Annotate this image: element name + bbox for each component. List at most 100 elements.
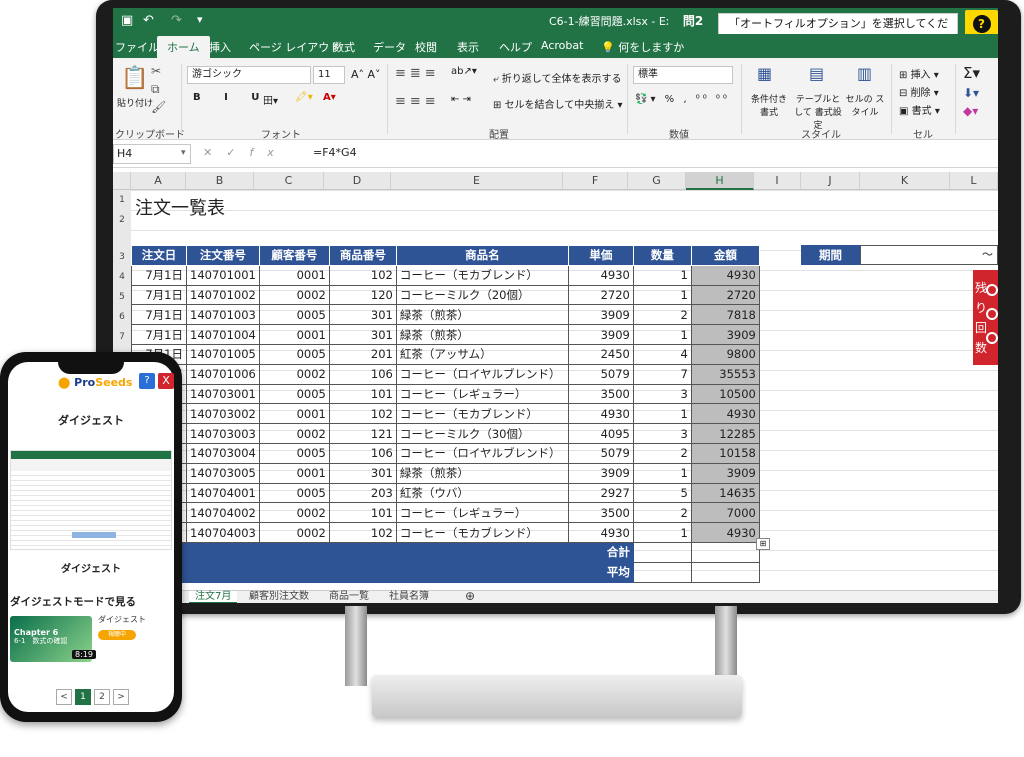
autosum-icon[interactable]: Σ▾	[963, 64, 980, 82]
header-product-number[interactable]: 商品番号	[328, 245, 397, 266]
header-product-name[interactable]: 商品名	[395, 245, 569, 266]
conditional-format-button[interactable]: 条件付き 書式	[747, 92, 791, 118]
cell-quantity[interactable]: 1	[632, 462, 692, 484]
cell-product-name[interactable]: コーヒー（モカブレンド）	[395, 522, 569, 543]
row-header[interactable]: 1	[113, 195, 131, 205]
period-value[interactable]: ～	[860, 245, 998, 265]
cell-amount[interactable]: 3909	[690, 462, 760, 484]
bold-italic-underline-buttons[interactable]: B I U	[193, 92, 269, 103]
cell-amount[interactable]: 4930	[690, 403, 760, 425]
cell-order-number[interactable]: 140701006	[186, 363, 260, 385]
cell-product-name[interactable]: 緑茶（煎茶）	[395, 304, 569, 326]
fill-color-icon[interactable]: 🖍▾	[295, 92, 313, 103]
row-header[interactable]: 2	[113, 215, 131, 225]
indent-icons[interactable]: ⇤ ⇥	[451, 94, 471, 105]
cell-product-name[interactable]: コーヒー（ロイヤルブレンド）	[395, 363, 569, 385]
cell-amount[interactable]: 12285	[690, 423, 760, 444]
cell-amount[interactable]: 10158	[690, 442, 760, 464]
number-format-select[interactable]: 標準	[633, 66, 733, 84]
cell-order-number[interactable]: 140701003	[186, 304, 260, 326]
cell-quantity[interactable]: 1	[632, 403, 692, 425]
cell-order-date[interactable]: 7月1日	[131, 304, 187, 326]
font-color-icon[interactable]: A▾	[323, 92, 336, 103]
cell-product-number[interactable]: 101	[328, 502, 397, 524]
cell-order-number[interactable]: 140703004	[186, 442, 260, 464]
cell-amount[interactable]: 10500	[690, 383, 760, 405]
header-order-number[interactable]: 注文番号	[186, 245, 260, 266]
cell-product-name[interactable]: コーヒーミルク（30個）	[395, 423, 569, 444]
cell-amount[interactable]: 3909	[690, 324, 760, 345]
cell-customer-number[interactable]: 0001	[258, 324, 330, 345]
number-format-icons[interactable]: 💱▾ % ‚ ⁰⁰ ⁰⁰	[635, 94, 730, 105]
cell-order-number[interactable]: 140703003	[186, 423, 260, 444]
cell-customer-number[interactable]: 0002	[258, 363, 330, 385]
cell-product-number[interactable]: 101	[328, 383, 397, 405]
tab-acrobat[interactable]: Acrobat	[541, 39, 583, 52]
cell-product-name[interactable]: コーヒー（モカブレンド）	[395, 403, 569, 425]
header-quantity[interactable]: 数量	[632, 245, 692, 266]
tab-file[interactable]: ファイル	[115, 39, 159, 55]
cell-amount[interactable]: 35553	[690, 363, 760, 385]
column-header[interactable]: B	[186, 172, 254, 190]
format-painter-icon[interactable]: 🖌	[151, 100, 166, 114]
cell-product-name[interactable]: コーヒー（モカブレンド）	[395, 264, 569, 286]
undo-icon[interactable]: ↶	[143, 13, 154, 28]
cell-product-number[interactable]: 106	[328, 363, 397, 385]
header-order-date[interactable]: 注文日	[131, 245, 187, 266]
cell-unit-price[interactable]: 2450	[567, 343, 634, 365]
column-header[interactable]: J	[801, 172, 860, 190]
cell-quantity[interactable]: 1	[632, 324, 692, 345]
cell-amount[interactable]: 7818	[690, 304, 760, 326]
redo-icon[interactable]: ↷	[171, 13, 182, 28]
total-label[interactable]: 合計	[131, 541, 634, 563]
cell-unit-price[interactable]: 3500	[567, 383, 634, 405]
cell-quantity[interactable]: 1	[632, 284, 692, 306]
cell-unit-price[interactable]: 3500	[567, 502, 634, 524]
cell-product-name[interactable]: 緑茶（煎茶）	[395, 462, 569, 484]
qat-dropdown-icon[interactable]: ▾	[197, 13, 203, 26]
cell-customer-number[interactable]: 0002	[258, 423, 330, 444]
cell-style-icon[interactable]: ▥	[857, 64, 872, 83]
cell-product-number[interactable]: 102	[328, 522, 397, 543]
sheet-tab-customer-orders[interactable]: 顧客別注文数	[249, 591, 309, 603]
cell-quantity[interactable]: 3	[632, 383, 692, 405]
vertical-align-icons[interactable]: ≡≣≡	[395, 66, 440, 81]
cell-order-number[interactable]: 140703005	[186, 462, 260, 484]
insert-cells-button[interactable]: ⊞ 挿入 ▾	[899, 66, 939, 81]
total-quantity-cell[interactable]	[632, 541, 692, 563]
cell-unit-price[interactable]: 4930	[567, 522, 634, 543]
cell-amount[interactable]: 9800	[690, 343, 760, 365]
cell-unit-price[interactable]: 4930	[567, 403, 634, 425]
help-button[interactable]: ?	[139, 373, 155, 389]
column-header[interactable]: G	[628, 172, 686, 190]
tab-data[interactable]: データ	[373, 39, 406, 55]
cell-style-button[interactable]: セルの スタイル	[845, 92, 885, 118]
format-cells-button[interactable]: ▣ 書式 ▾	[899, 102, 940, 117]
wrap-text-button[interactable]: ⤶ 折り返して全体を表示する	[493, 70, 621, 85]
cell-customer-number[interactable]: 0002	[258, 284, 330, 306]
column-header[interactable]: K	[860, 172, 950, 190]
average-label[interactable]: 平均	[131, 561, 634, 583]
row-header[interactable]: 5	[113, 292, 131, 302]
cell-customer-number[interactable]: 0005	[258, 442, 330, 464]
pagination-page[interactable]: 1	[75, 689, 91, 705]
cell-amount[interactable]: 14635	[690, 482, 760, 504]
fill-icon[interactable]: ⬇▾	[963, 86, 979, 100]
header-unit-price[interactable]: 単価	[567, 245, 634, 266]
tab-review[interactable]: 校閲	[415, 39, 437, 55]
cell-product-name[interactable]: 紅茶（アッサム）	[395, 343, 569, 365]
cell-order-number[interactable]: 140701004	[186, 324, 260, 345]
cell-unit-price[interactable]: 2927	[567, 482, 634, 504]
cell-unit-price[interactable]: 4095	[567, 423, 634, 444]
conditional-format-icon[interactable]: ▦	[757, 64, 772, 83]
tell-me-search[interactable]: 💡 何をしますか	[601, 39, 684, 55]
cell-product-number[interactable]: 120	[328, 284, 397, 306]
header-customer-number[interactable]: 顧客番号	[258, 245, 330, 266]
cell-customer-number[interactable]: 0001	[258, 264, 330, 286]
row-header[interactable]: 6	[113, 312, 131, 322]
cell-product-number[interactable]: 121	[328, 423, 397, 444]
cut-icon[interactable]: ✂	[151, 64, 161, 78]
cell-quantity[interactable]: 2	[632, 304, 692, 326]
period-label[interactable]: 期間	[801, 245, 860, 265]
cell-unit-price[interactable]: 5079	[567, 442, 634, 464]
